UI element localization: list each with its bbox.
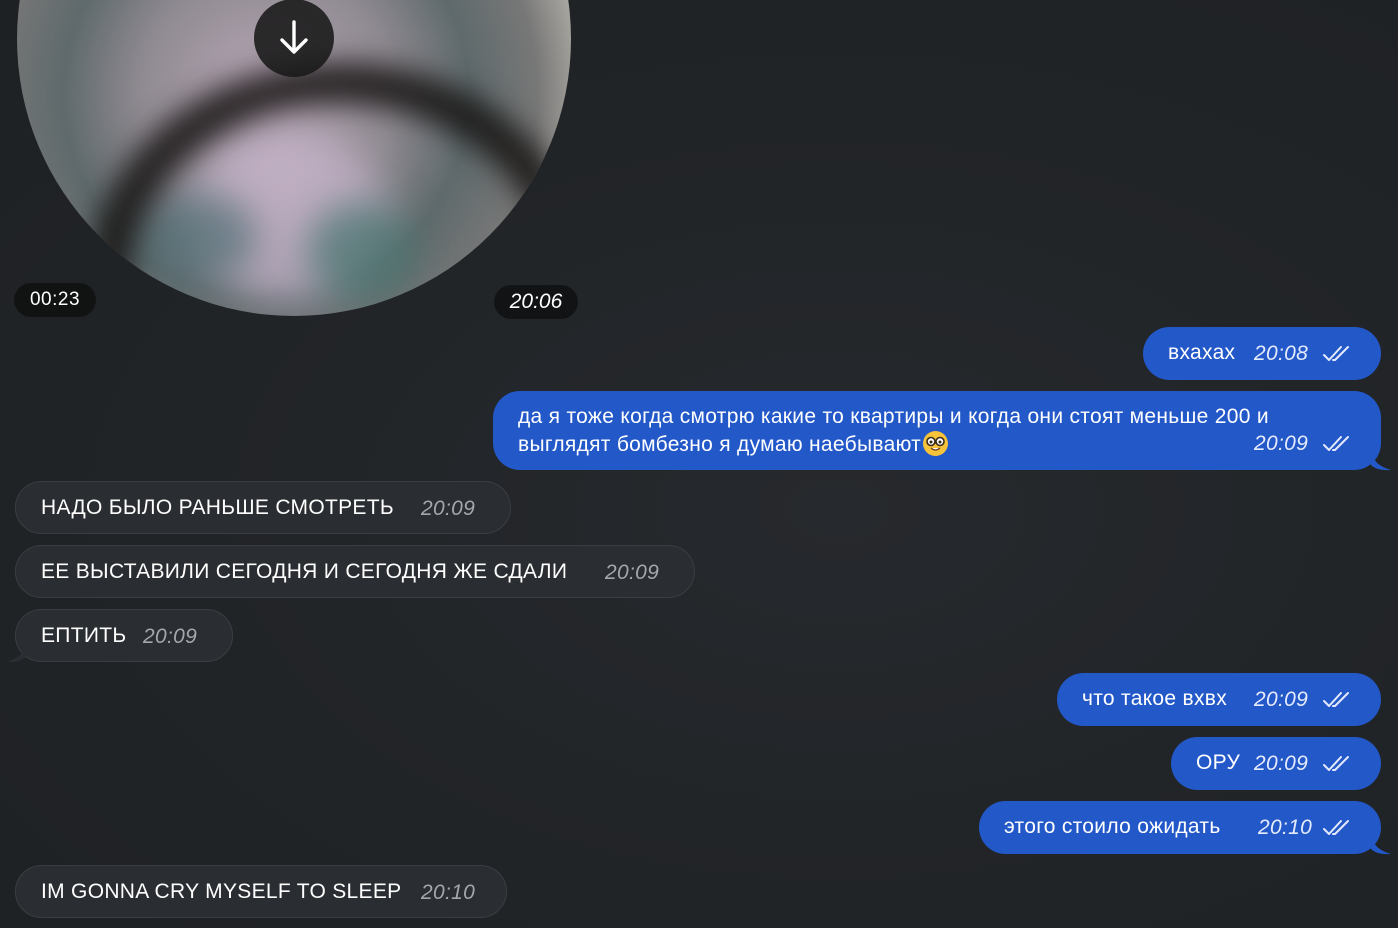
message-time: 20:09	[605, 561, 660, 584]
message-outgoing[interactable]: вхахах 20:08	[1143, 327, 1381, 380]
arrow-down-icon	[280, 20, 308, 54]
message-incoming[interactable]: ЕЕ ВЫСТАВИЛИ СЕГОДНЯ И СЕГОДНЯ ЖЕ СДАЛИ …	[15, 545, 695, 598]
message-text: ЕПТИТЬ	[41, 624, 127, 647]
double-check-icon	[1323, 436, 1349, 451]
double-check-icon	[1323, 692, 1349, 707]
double-check-icon	[1323, 756, 1349, 771]
message-incoming[interactable]: ЕПТИТЬ 20:09	[15, 609, 233, 662]
double-check-icon	[1323, 346, 1349, 361]
message-text: этого стоило ожидать	[1004, 815, 1221, 838]
bubble-tail	[6, 643, 26, 663]
message-incoming[interactable]: IM GONNA CRY MYSELF TO SLEEP 20:10	[15, 865, 507, 918]
message-time: 20:09	[1254, 432, 1309, 455]
message-text: ОРУ	[1196, 751, 1241, 774]
double-check-icon	[1323, 820, 1349, 835]
bubble-tail	[1371, 835, 1391, 855]
message-time: 20:08	[1254, 342, 1309, 365]
bubble-tail	[1371, 451, 1391, 471]
message-text: вхахах	[1168, 341, 1236, 364]
message-text: НАДО БЫЛО РАНЬШЕ СМОТРЕТЬ	[41, 496, 394, 519]
message-text: что такое вхвх	[1082, 687, 1228, 710]
nerd-face-icon	[923, 431, 949, 456]
message-text: IM GONNA CRY MYSELF TO SLEEP	[41, 880, 402, 903]
message-outgoing[interactable]: этого стоило ожидать 20:10	[979, 801, 1381, 854]
message-time: 20:09	[421, 497, 476, 520]
message-text-line2-content: выглядят бомбезно я думаю наебывают	[518, 433, 922, 456]
message-outgoing[interactable]: что такое вхвх 20:09	[1057, 673, 1381, 726]
download-button[interactable]	[254, 0, 334, 77]
message-outgoing[interactable]: ОРУ 20:09	[1171, 737, 1381, 790]
video-duration: 00:23	[14, 283, 96, 317]
message-text-line1: да я тоже когда смотрю какие то квартиры…	[518, 405, 1269, 428]
message-time: 20:09	[1254, 752, 1309, 775]
message-incoming[interactable]: НАДО БЫЛО РАНЬШЕ СМОТРЕТЬ 20:09	[15, 481, 511, 534]
chat-area: 00:23 20:06 вхахах 20:08 да я тоже когда…	[0, 0, 1398, 928]
message-time: 20:09	[1254, 688, 1309, 711]
message-time: 20:10	[421, 881, 476, 904]
message-time: 20:10	[1258, 816, 1313, 839]
message-time: 20:09	[143, 625, 198, 648]
video-time: 20:06	[494, 285, 578, 319]
message-text-line2: выглядят бомбезно я думаю наебывают	[518, 431, 949, 457]
message-outgoing[interactable]: да я тоже когда смотрю какие то квартиры…	[493, 391, 1381, 470]
message-text: ЕЕ ВЫСТАВИЛИ СЕГОДНЯ И СЕГОДНЯ ЖЕ СДАЛИ	[41, 560, 568, 583]
